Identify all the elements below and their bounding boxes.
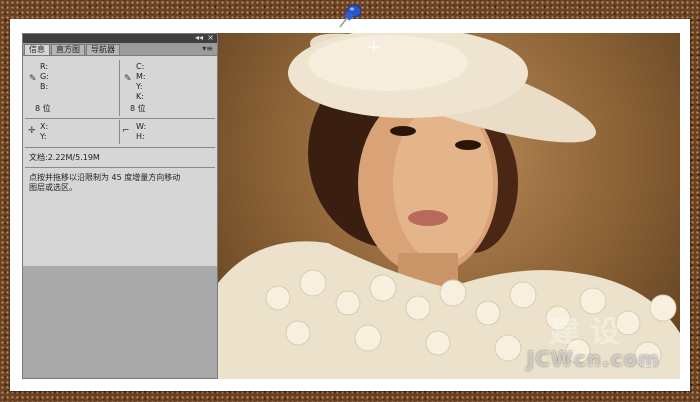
rgb-g-label: G: xyxy=(40,72,49,81)
y-label: Y: xyxy=(40,132,47,141)
collapse-icon[interactable]: ◂◂ xyxy=(195,33,203,43)
eyedropper-icon: ✎ xyxy=(124,74,132,84)
document-size: 文档:2.22M/5.19M xyxy=(29,153,100,162)
info-readout: ✎ R: G: B: 8 位 ✎ C: M: Y: K: 8 位 ✛ X: Y:… xyxy=(23,56,217,287)
close-icon[interactable]: × xyxy=(207,33,214,43)
section-divider xyxy=(25,167,215,168)
rgb-r-label: R: xyxy=(40,62,49,71)
eyedropper-icon: ✎ xyxy=(29,74,37,84)
w-label: W: xyxy=(136,122,147,131)
info-panel: ◂◂ × 信息 直方图 导航器 ▾≡ ✎ R: G: B: 8 位 ✎ C: M… xyxy=(22,33,218,379)
rgb-b-label: B: xyxy=(40,82,49,91)
pushpin-icon xyxy=(339,4,362,28)
cmyk-bits-label: 8 位 xyxy=(130,104,146,113)
watermark-chinese: 建 设 xyxy=(549,315,620,350)
rgb-bits-label: 8 位 xyxy=(35,104,51,113)
tab-navigator[interactable]: 导航器 xyxy=(86,44,120,55)
tab-histogram[interactable]: 直方图 xyxy=(51,44,85,55)
watermark-site: JCWcn.com xyxy=(526,347,660,371)
panel-titlebar[interactable]: ◂◂ × xyxy=(23,33,217,43)
cmyk-m-label: M: xyxy=(136,72,146,81)
cmyk-y-label: Y: xyxy=(136,82,143,91)
x-label: X: xyxy=(40,122,49,131)
section-divider xyxy=(25,147,215,148)
h-label: H: xyxy=(136,132,145,141)
crosshair-icon: ✛ xyxy=(28,126,36,136)
selection-size-icon: ⌐ xyxy=(122,126,130,136)
panel-tabs: 信息 直方图 导航器 ▾≡ xyxy=(23,43,217,56)
tool-hint-line2: 图层或选区。 xyxy=(29,183,77,192)
column-divider xyxy=(119,60,120,116)
column-divider xyxy=(119,120,120,144)
panel-menu-icon[interactable]: ▾≡ xyxy=(202,44,213,53)
tool-hint-line1: 点按并拖移以沿限制为 45 度增量方向移动 xyxy=(29,173,181,182)
photo-canvas[interactable]: 建 设 JCWcn.com xyxy=(218,33,680,379)
cmyk-k-label: K: xyxy=(136,92,144,101)
tab-info[interactable]: 信息 xyxy=(24,44,50,55)
cmyk-c-label: C: xyxy=(136,62,145,71)
section-divider xyxy=(25,118,215,119)
panel-empty-area xyxy=(23,266,217,378)
